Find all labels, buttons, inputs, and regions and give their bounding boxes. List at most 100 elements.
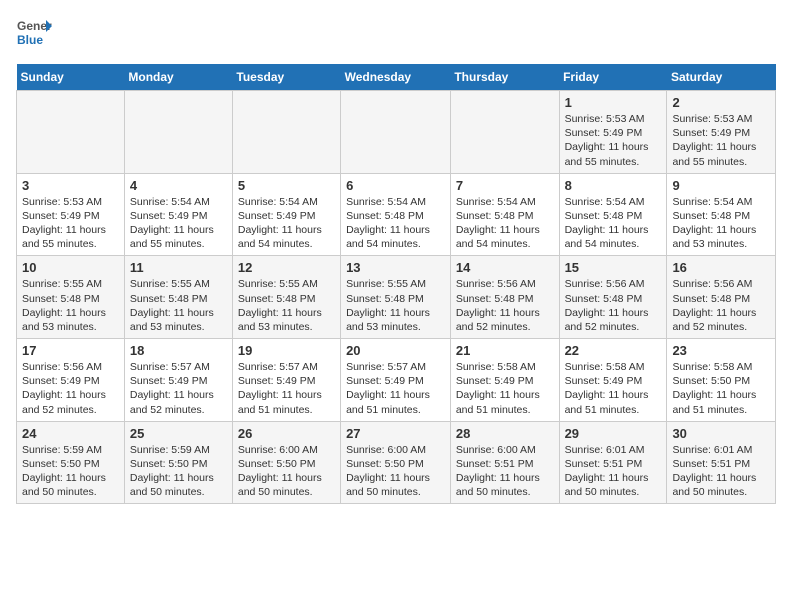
day-number: 5 — [238, 178, 335, 193]
weekday-header-monday: Monday — [124, 64, 232, 91]
sunset-text: Sunset: 5:48 PM — [346, 293, 424, 305]
daylight-text: Daylight: 11 hours and 51 minutes. — [346, 389, 430, 415]
calendar-cell: 28 Sunrise: 6:00 AM Sunset: 5:51 PM Dayl… — [450, 421, 559, 504]
logo-svg: General Blue — [16, 16, 52, 52]
day-info: Sunrise: 5:55 AM Sunset: 5:48 PM Dayligh… — [346, 277, 445, 334]
sunrise-text: Sunrise: 6:01 AM — [672, 444, 752, 456]
day-number: 25 — [130, 426, 227, 441]
sunset-text: Sunset: 5:49 PM — [672, 127, 750, 139]
day-number: 18 — [130, 343, 227, 358]
calendar-week-row: 17 Sunrise: 5:56 AM Sunset: 5:49 PM Dayl… — [17, 339, 776, 422]
calendar-cell: 8 Sunrise: 5:54 AM Sunset: 5:48 PM Dayli… — [559, 173, 667, 256]
sunset-text: Sunset: 5:48 PM — [22, 293, 100, 305]
daylight-text: Daylight: 11 hours and 50 minutes. — [346, 472, 430, 498]
day-number: 23 — [672, 343, 770, 358]
sunrise-text: Sunrise: 5:55 AM — [130, 278, 210, 290]
day-info: Sunrise: 5:55 AM Sunset: 5:48 PM Dayligh… — [130, 277, 227, 334]
calendar-week-row: 3 Sunrise: 5:53 AM Sunset: 5:49 PM Dayli… — [17, 173, 776, 256]
daylight-text: Daylight: 11 hours and 52 minutes. — [565, 307, 649, 333]
calendar-cell — [17, 91, 125, 174]
daylight-text: Daylight: 11 hours and 53 minutes. — [238, 307, 322, 333]
daylight-text: Daylight: 11 hours and 54 minutes. — [565, 224, 649, 250]
calendar-cell — [450, 91, 559, 174]
day-info: Sunrise: 6:01 AM Sunset: 5:51 PM Dayligh… — [672, 443, 770, 500]
sunset-text: Sunset: 5:49 PM — [130, 375, 208, 387]
day-info: Sunrise: 5:56 AM Sunset: 5:48 PM Dayligh… — [456, 277, 554, 334]
daylight-text: Daylight: 11 hours and 53 minutes. — [22, 307, 106, 333]
sunset-text: Sunset: 5:48 PM — [565, 293, 643, 305]
sunrise-text: Sunrise: 5:54 AM — [672, 196, 752, 208]
daylight-text: Daylight: 11 hours and 54 minutes. — [456, 224, 540, 250]
daylight-text: Daylight: 11 hours and 50 minutes. — [565, 472, 649, 498]
day-info: Sunrise: 5:53 AM Sunset: 5:49 PM Dayligh… — [672, 112, 770, 169]
sunrise-text: Sunrise: 5:57 AM — [130, 361, 210, 373]
sunrise-text: Sunrise: 5:54 AM — [238, 196, 318, 208]
sunrise-text: Sunrise: 5:53 AM — [22, 196, 102, 208]
calendar-cell — [341, 91, 451, 174]
day-number: 22 — [565, 343, 662, 358]
calendar-cell: 1 Sunrise: 5:53 AM Sunset: 5:49 PM Dayli… — [559, 91, 667, 174]
calendar-cell: 15 Sunrise: 5:56 AM Sunset: 5:48 PM Dayl… — [559, 256, 667, 339]
day-number: 16 — [672, 260, 770, 275]
calendar-cell — [124, 91, 232, 174]
daylight-text: Daylight: 11 hours and 55 minutes. — [672, 141, 756, 167]
daylight-text: Daylight: 11 hours and 55 minutes. — [565, 141, 649, 167]
calendar-cell: 25 Sunrise: 5:59 AM Sunset: 5:50 PM Dayl… — [124, 421, 232, 504]
daylight-text: Daylight: 11 hours and 53 minutes. — [346, 307, 430, 333]
weekday-header-friday: Friday — [559, 64, 667, 91]
calendar-cell: 23 Sunrise: 5:58 AM Sunset: 5:50 PM Dayl… — [667, 339, 776, 422]
sunrise-text: Sunrise: 6:00 AM — [456, 444, 536, 456]
day-number: 1 — [565, 95, 662, 110]
sunrise-text: Sunrise: 5:56 AM — [22, 361, 102, 373]
sunrise-text: Sunrise: 6:00 AM — [238, 444, 318, 456]
day-info: Sunrise: 5:56 AM Sunset: 5:49 PM Dayligh… — [22, 360, 119, 417]
day-number: 21 — [456, 343, 554, 358]
sunset-text: Sunset: 5:51 PM — [565, 458, 643, 470]
calendar-cell: 27 Sunrise: 6:00 AM Sunset: 5:50 PM Dayl… — [341, 421, 451, 504]
day-info: Sunrise: 5:54 AM Sunset: 5:48 PM Dayligh… — [456, 195, 554, 252]
sunset-text: Sunset: 5:48 PM — [672, 293, 750, 305]
calendar-cell: 13 Sunrise: 5:55 AM Sunset: 5:48 PM Dayl… — [341, 256, 451, 339]
daylight-text: Daylight: 11 hours and 50 minutes. — [22, 472, 106, 498]
day-info: Sunrise: 5:54 AM Sunset: 5:48 PM Dayligh… — [346, 195, 445, 252]
weekday-header-sunday: Sunday — [17, 64, 125, 91]
sunrise-text: Sunrise: 5:57 AM — [346, 361, 426, 373]
sunset-text: Sunset: 5:50 PM — [22, 458, 100, 470]
daylight-text: Daylight: 11 hours and 52 minutes. — [456, 307, 540, 333]
day-info: Sunrise: 5:58 AM Sunset: 5:49 PM Dayligh… — [456, 360, 554, 417]
day-number: 19 — [238, 343, 335, 358]
day-number: 9 — [672, 178, 770, 193]
sunrise-text: Sunrise: 5:55 AM — [346, 278, 426, 290]
day-number: 14 — [456, 260, 554, 275]
page-header: General Blue — [16, 16, 776, 52]
day-number: 7 — [456, 178, 554, 193]
daylight-text: Daylight: 11 hours and 53 minutes. — [672, 224, 756, 250]
daylight-text: Daylight: 11 hours and 51 minutes. — [565, 389, 649, 415]
day-info: Sunrise: 5:57 AM Sunset: 5:49 PM Dayligh… — [238, 360, 335, 417]
day-number: 4 — [130, 178, 227, 193]
calendar-cell: 9 Sunrise: 5:54 AM Sunset: 5:48 PM Dayli… — [667, 173, 776, 256]
sunrise-text: Sunrise: 5:58 AM — [672, 361, 752, 373]
day-number: 13 — [346, 260, 445, 275]
sunset-text: Sunset: 5:49 PM — [130, 210, 208, 222]
day-info: Sunrise: 5:59 AM Sunset: 5:50 PM Dayligh… — [130, 443, 227, 500]
calendar-cell — [232, 91, 340, 174]
day-number: 6 — [346, 178, 445, 193]
sunrise-text: Sunrise: 5:53 AM — [672, 113, 752, 125]
daylight-text: Daylight: 11 hours and 55 minutes. — [130, 224, 214, 250]
sunrise-text: Sunrise: 5:59 AM — [130, 444, 210, 456]
sunrise-text: Sunrise: 5:53 AM — [565, 113, 645, 125]
sunset-text: Sunset: 5:48 PM — [346, 210, 424, 222]
daylight-text: Daylight: 11 hours and 50 minutes. — [672, 472, 756, 498]
calendar-cell: 20 Sunrise: 5:57 AM Sunset: 5:49 PM Dayl… — [341, 339, 451, 422]
day-info: Sunrise: 5:55 AM Sunset: 5:48 PM Dayligh… — [22, 277, 119, 334]
daylight-text: Daylight: 11 hours and 50 minutes. — [130, 472, 214, 498]
sunset-text: Sunset: 5:49 PM — [346, 375, 424, 387]
day-info: Sunrise: 5:57 AM Sunset: 5:49 PM Dayligh… — [346, 360, 445, 417]
sunrise-text: Sunrise: 5:57 AM — [238, 361, 318, 373]
day-number: 3 — [22, 178, 119, 193]
sunset-text: Sunset: 5:49 PM — [565, 375, 643, 387]
day-number: 24 — [22, 426, 119, 441]
daylight-text: Daylight: 11 hours and 52 minutes. — [130, 389, 214, 415]
day-info: Sunrise: 5:56 AM Sunset: 5:48 PM Dayligh… — [672, 277, 770, 334]
